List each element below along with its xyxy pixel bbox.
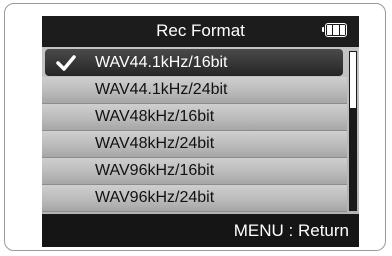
screen-footer: MENU : Return [42,215,359,247]
menu-item-wav48-24[interactable]: WAV48kHz/24bit [42,131,347,158]
menu-item-label: WAV44.1kHz/24bit [95,81,228,98]
rec-format-list: WAV44.1kHz/16bit WAV44.1kHz/24bit WAV48k… [42,47,359,214]
battery-full-icon [322,23,347,37]
menu-item-label: WAV96kHz/16bit [95,162,215,179]
menu-item-wav96-16[interactable]: WAV96kHz/16bit [42,158,347,185]
scrollbar-thumb[interactable] [350,52,356,108]
device-frame: Rec Format WAV44.1kHz/16bit WAV44.1kHz/2… [4,3,386,251]
page-title: Rec Format [156,21,245,40]
menu-item-wav44-24[interactable]: WAV44.1kHz/24bit [42,77,347,104]
footer-hint: MENU : Return [233,221,349,240]
menu-item-label: WAV96kHz/24bit [95,189,215,206]
menu-item-wav48-16[interactable]: WAV48kHz/16bit [42,104,347,131]
menu-item-wav44-16[interactable]: WAV44.1kHz/16bit [45,49,343,76]
menu-item-label: WAV48kHz/16bit [95,108,215,125]
menu-item-wav96-24[interactable]: WAV96kHz/24bit [42,185,347,212]
menu-item-label: WAV44.1kHz/16bit [95,53,228,71]
scrollbar[interactable] [349,51,357,211]
menu-item-label: WAV48kHz/24bit [95,135,215,152]
checkmark-icon [56,55,76,71]
screen-header: Rec Format [42,16,359,46]
device-screen: Rec Format WAV44.1kHz/16bit WAV44.1kHz/2… [42,16,359,247]
